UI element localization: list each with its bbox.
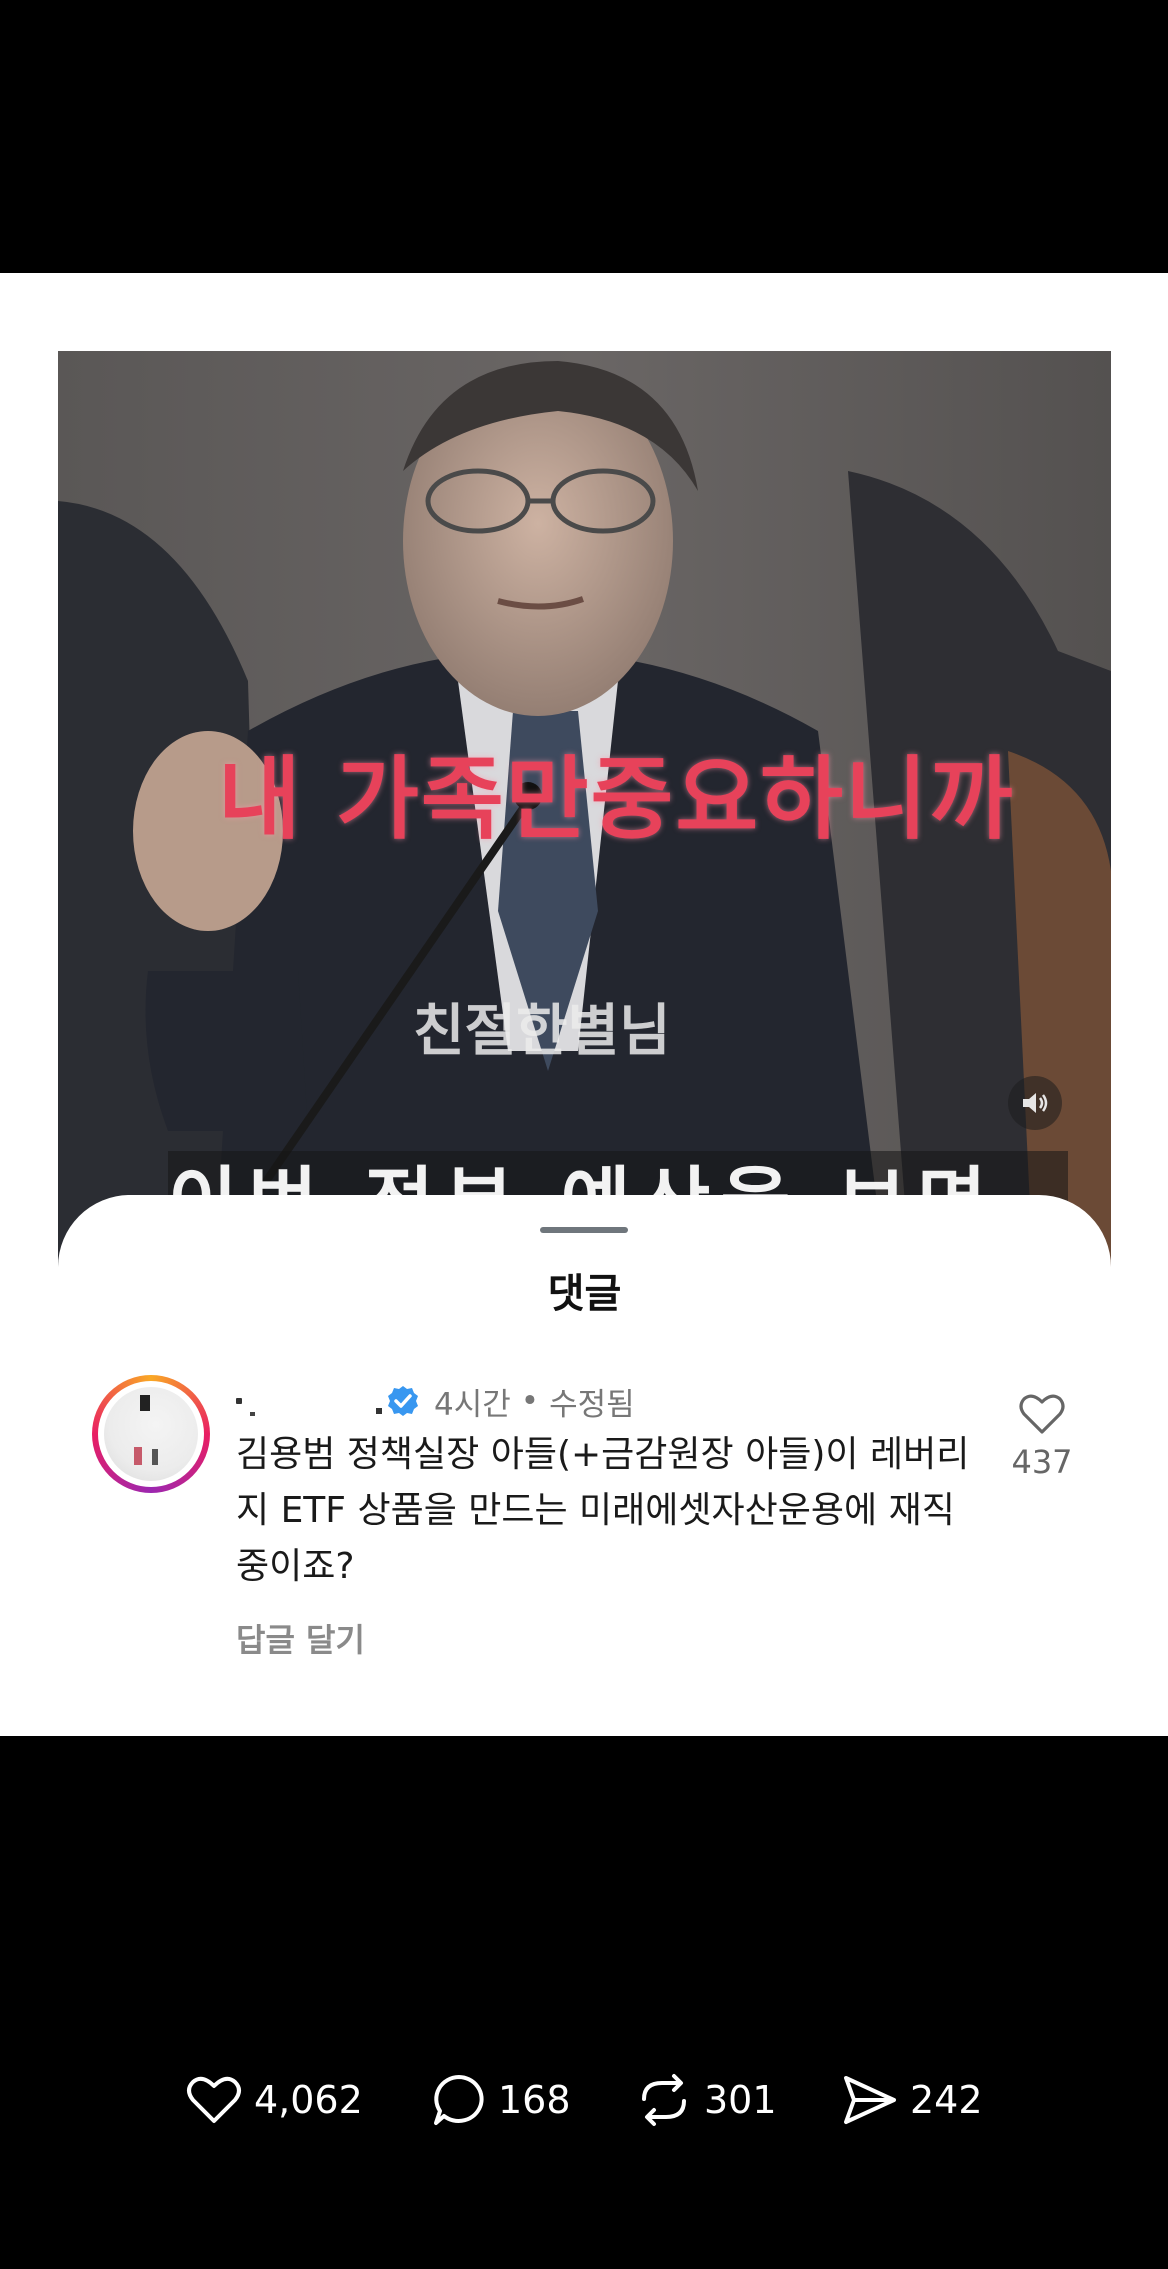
speaker-icon xyxy=(1023,1093,1048,1113)
repost-icon xyxy=(642,2074,686,2126)
comments-sheet: 댓글 4시간 • 수정됨 김용범 정책실장 아들(+금감원장 아들)이 레버리지… xyxy=(58,1195,1111,1736)
avatar[interactable] xyxy=(92,1375,210,1493)
screenshot: 내 가족만중요하니까 친절한별님 이번 정부 예산을 보면 댓글 xyxy=(0,0,1168,2269)
profile-photo-icon xyxy=(134,1395,158,1465)
avatar-image xyxy=(104,1387,198,1481)
sheet-drag-handle[interactable] xyxy=(540,1227,628,1233)
heart-icon xyxy=(187,2076,241,2123)
likes-count: 4,062 xyxy=(254,2078,363,2122)
video-watermark: 친절한별님 xyxy=(413,999,671,1064)
username-redacted[interactable] xyxy=(236,1386,386,1416)
shares-count: 242 xyxy=(910,2078,983,2122)
repost-button[interactable]: 301 xyxy=(636,2068,777,2132)
comment-meta: 4시간 • 수정됨 xyxy=(236,1379,635,1423)
meta-separator: • xyxy=(520,1383,540,1419)
post-action-bar: 4,062 168 301 242 xyxy=(0,2068,1168,2132)
like-button[interactable]: 4,062 xyxy=(186,2068,363,2132)
video-caption-main: 내 가족만중요하니까 xyxy=(218,747,1015,852)
comment-bubble-icon xyxy=(434,2075,484,2125)
sheet-title: 댓글 xyxy=(547,1271,622,1317)
comment-time: 4시간 xyxy=(434,1386,511,1423)
comment-text: 김용범 정책실장 아들(+금감원장 아들)이 레버리지 ETF 상품을 만드는 … xyxy=(236,1434,970,1587)
comment-button[interactable]: 168 xyxy=(432,2068,571,2132)
post-card: 내 가족만중요하니까 친절한별님 이번 정부 예산을 보면 댓글 xyxy=(0,273,1168,1736)
heart-outline-icon xyxy=(1019,1394,1065,1434)
share-button[interactable]: 242 xyxy=(842,2068,983,2132)
mute-toggle[interactable] xyxy=(1008,1076,1062,1130)
verified-badge-icon xyxy=(388,1386,418,1416)
comment-like-button[interactable]: 437 xyxy=(1002,1393,1082,1481)
reply-button[interactable]: 답글 달기 xyxy=(236,1615,365,1661)
send-icon xyxy=(844,2076,896,2124)
edited-label: 수정됨 xyxy=(549,1386,635,1423)
comments-count: 168 xyxy=(498,2078,571,2122)
comment-like-count: 437 xyxy=(1011,1443,1073,1481)
reposts-count: 301 xyxy=(704,2078,777,2122)
